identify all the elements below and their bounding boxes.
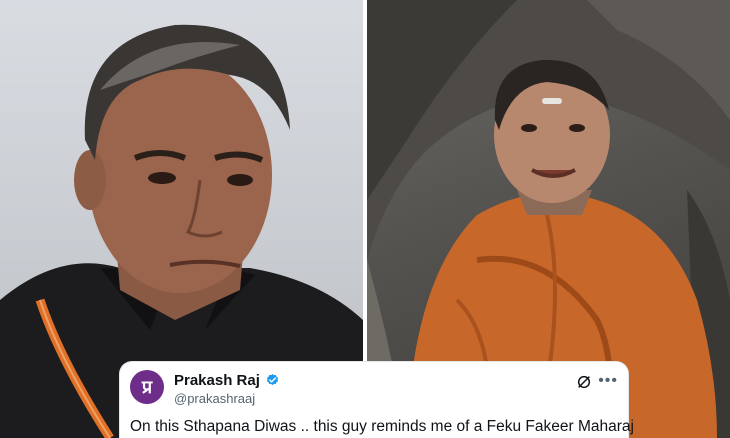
- grok-icon[interactable]: [576, 374, 592, 390]
- avatar[interactable]: प्र: [130, 370, 164, 404]
- more-options-icon[interactable]: •••: [598, 372, 618, 390]
- tweet-card[interactable]: प्र Prakash Raj @prakashraaj ••• On this…: [120, 362, 634, 438]
- avatar-letter: प्र: [141, 377, 153, 398]
- tweet-author-handle[interactable]: @prakashraaj: [174, 391, 255, 406]
- tweet-author-row: Prakash Raj: [174, 372, 280, 389]
- tweet-author-name[interactable]: Prakash Raj: [174, 372, 260, 389]
- verified-badge-icon: [266, 373, 278, 386]
- tweet-text: On this Sthapana Diwas .. this guy remin…: [130, 418, 634, 435]
